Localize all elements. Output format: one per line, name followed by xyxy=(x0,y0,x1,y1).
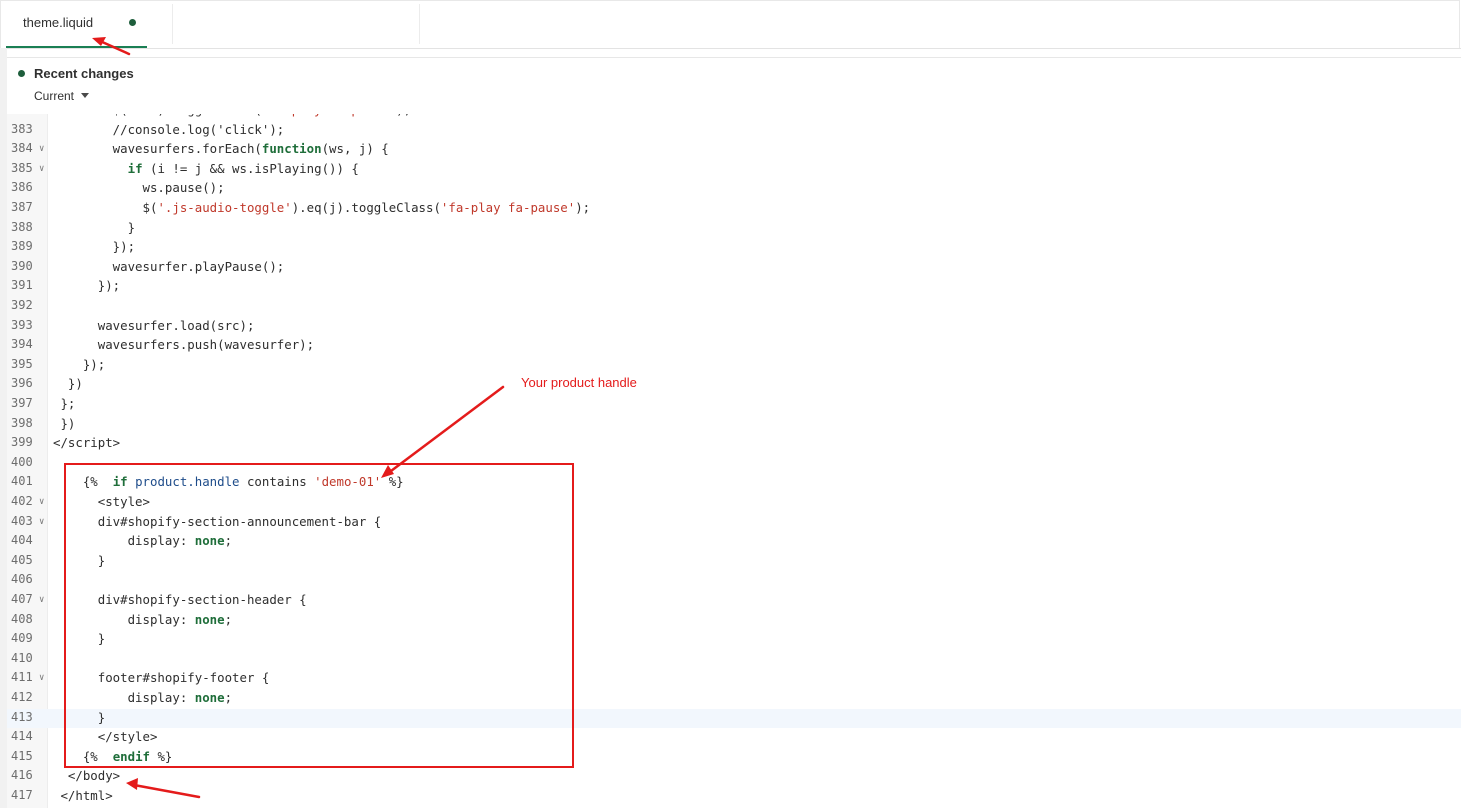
line-number: 384 xyxy=(11,141,33,156)
code-line[interactable]: 388 } xyxy=(7,219,1461,239)
fold-chevron-icon[interactable]: ∨ xyxy=(39,517,44,527)
line-number: 399 xyxy=(11,435,33,450)
line-number: 398 xyxy=(11,415,33,430)
code-line[interactable]: 383 //console.log('click'); xyxy=(7,121,1461,141)
line-number: 392 xyxy=(11,298,33,312)
tab-bar: theme.liquid xyxy=(0,0,1461,49)
code-line[interactable]: 382 $(this).toggleClass('fa-play fa-paus… xyxy=(7,114,1461,121)
line-number: 394 xyxy=(11,337,33,352)
line-number: 382 xyxy=(11,114,33,116)
version-dropdown[interactable]: Current xyxy=(34,89,90,103)
code-text: </script> xyxy=(53,435,121,451)
code-text: }; xyxy=(53,396,76,411)
code-text: ws.pause(); xyxy=(53,180,225,196)
annotation-label: Your product handle xyxy=(521,375,637,390)
code-line[interactable]: 393 wavesurfer.load(src); xyxy=(7,317,1461,337)
code-text: $(this).toggleClass('fa-play fa-pause'); xyxy=(53,114,411,117)
code-line[interactable]: 390 wavesurfer.playPause(); xyxy=(7,258,1461,278)
fold-chevron-icon[interactable]: ∨ xyxy=(39,144,44,154)
line-number: 416 xyxy=(11,768,33,783)
tab-theme-liquid[interactable]: theme.liquid xyxy=(6,0,147,48)
recent-changes-dot xyxy=(18,70,25,77)
line-number: 386 xyxy=(11,180,33,195)
line-number: 389 xyxy=(11,239,33,254)
line-number: 411 xyxy=(11,670,33,685)
line-number: 400 xyxy=(11,454,33,469)
code-line[interactable]: 398 }) xyxy=(7,415,1461,435)
line-number: 413 xyxy=(11,709,33,724)
code-line[interactable]: 385 ∨ if (i != j && ws.isPlaying()) { xyxy=(7,160,1461,180)
code-line[interactable]: 391 }); xyxy=(7,277,1461,297)
line-number: 405 xyxy=(11,552,33,567)
code-text: </body> xyxy=(53,768,121,784)
code-line[interactable]: 392 xyxy=(7,297,1461,317)
line-number: 403 xyxy=(11,513,33,528)
code-line[interactable]: 417 </html> xyxy=(7,787,1461,807)
line-number: 391 xyxy=(11,278,33,293)
line-number: 401 xyxy=(11,474,33,489)
code-line[interactable]: 416 </body> xyxy=(7,767,1461,787)
line-number: 406 xyxy=(11,572,33,587)
fold-chevron-icon[interactable]: ∨ xyxy=(39,164,44,174)
code-text: if (i != j && ws.isPlaying()) { xyxy=(127,160,359,176)
fold-chevron-icon[interactable]: ∨ xyxy=(39,673,44,683)
recent-changes-title: Recent changes xyxy=(34,66,134,81)
fold-chevron-icon[interactable]: ∨ xyxy=(39,595,44,605)
line-number: 410 xyxy=(11,650,33,665)
highlight-box xyxy=(64,463,574,768)
code-text: }) xyxy=(53,376,83,392)
line-number: 390 xyxy=(11,258,33,273)
tab-divider xyxy=(419,4,420,44)
left-edge-strip xyxy=(0,48,7,808)
line-number: 396 xyxy=(11,376,33,391)
code-line[interactable]: 387 $('.js-audio-toggle').eq(j).toggleCl… xyxy=(7,199,1461,219)
code-line[interactable]: 386 ws.pause(); xyxy=(7,179,1461,199)
code-text: </html> xyxy=(53,788,113,803)
unsaved-indicator-dot xyxy=(129,19,136,26)
line-number: 387 xyxy=(11,200,33,214)
version-dropdown-value: Current xyxy=(34,89,75,103)
line-number: 397 xyxy=(11,396,33,410)
line-number: 383 xyxy=(11,121,33,136)
code-text: }) xyxy=(53,415,76,431)
code-text: wavesurfers.push(wavesurfer); xyxy=(53,337,315,353)
code-text: }); xyxy=(53,356,106,372)
caret-down-icon xyxy=(81,93,90,98)
code-text: //console.log('click'); xyxy=(53,121,285,137)
code-text: $('.js-audio-toggle').eq(j).toggleClass(… xyxy=(53,200,591,215)
code-text: wavesurfer.playPause(); xyxy=(53,258,285,274)
code-line[interactable]: 397 }; xyxy=(7,395,1461,415)
code-line[interactable]: 384 ∨ wavesurfers.forEach(function(ws, j)… xyxy=(7,140,1461,160)
code-line[interactable]: 389 }); xyxy=(7,238,1461,258)
code-text: } xyxy=(53,219,136,235)
recent-changes-panel: Recent changes Current xyxy=(7,57,1461,115)
line-number: 395 xyxy=(11,356,33,371)
code-line[interactable]: 395 }); xyxy=(7,356,1461,376)
tab-label: theme.liquid xyxy=(23,15,94,30)
line-number: 412 xyxy=(11,690,33,704)
fold-chevron-icon[interactable]: ∨ xyxy=(39,497,44,507)
line-number: 407 xyxy=(11,592,33,606)
line-number: 414 xyxy=(11,729,33,744)
line-number: 393 xyxy=(11,317,33,332)
code-text: }); xyxy=(53,239,136,255)
code-text: }); xyxy=(53,278,121,294)
line-number: 417 xyxy=(11,788,33,802)
line-number: 404 xyxy=(11,533,33,548)
line-number: 385 xyxy=(11,160,33,175)
line-number: 415 xyxy=(11,748,33,763)
code-text: wavesurfer.load(src); xyxy=(53,317,255,333)
line-number: 409 xyxy=(11,631,33,646)
line-number: 388 xyxy=(11,219,33,234)
code-line[interactable]: 396 }) xyxy=(7,375,1461,395)
code-text: wavesurfers.forEach(function(ws, j) { xyxy=(53,141,389,157)
code-line[interactable]: 399 </script> xyxy=(7,434,1461,454)
code-line[interactable]: 394 wavesurfers.push(wavesurfer); xyxy=(7,336,1461,356)
tab-divider xyxy=(172,4,173,44)
line-number: 408 xyxy=(11,611,33,626)
line-number: 402 xyxy=(11,494,33,508)
